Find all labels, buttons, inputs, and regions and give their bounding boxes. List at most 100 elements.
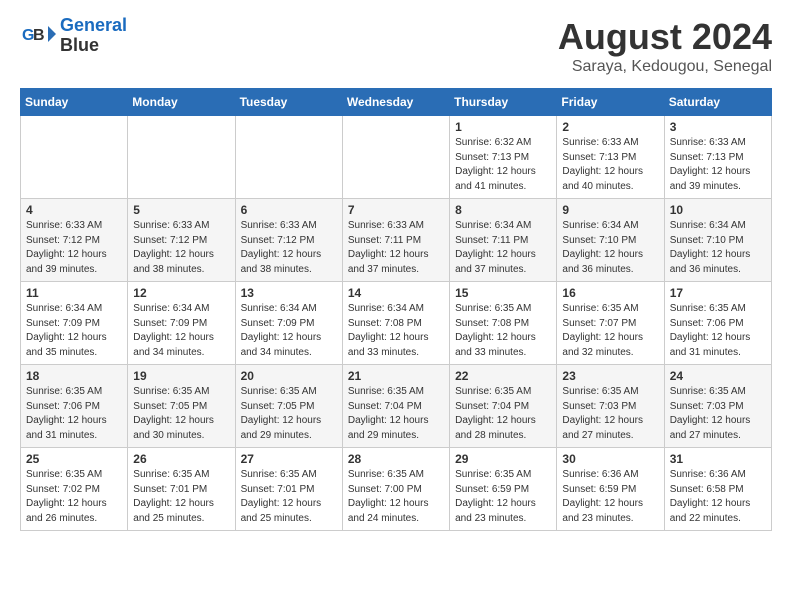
day-number: 3	[670, 120, 766, 134]
svg-text:B: B	[33, 27, 45, 44]
week-row-1: 1 Sunrise: 6:32 AMSunset: 7:13 PMDaylight…	[21, 116, 772, 199]
calendar-cell: 14 Sunrise: 6:34 AMSunset: 7:08 PMDayligh…	[342, 282, 449, 365]
calendar-body: 1 Sunrise: 6:32 AMSunset: 7:13 PMDaylight…	[21, 116, 772, 531]
calendar-cell: 8 Sunrise: 6:34 AMSunset: 7:11 PMDaylight…	[450, 199, 557, 282]
calendar-cell: 9 Sunrise: 6:34 AMSunset: 7:10 PMDaylight…	[557, 199, 664, 282]
day-info: Sunrise: 6:35 AMSunset: 7:06 PMDaylight:…	[26, 385, 122, 443]
day-info: Sunrise: 6:35 AMSunset: 7:08 PMDaylight:…	[455, 302, 551, 360]
day-number: 24	[670, 369, 766, 383]
day-info: Sunrise: 6:33 AMSunset: 7:13 PMDaylight:…	[562, 136, 658, 194]
month-title: August 2024	[558, 16, 772, 58]
calendar-cell: 28 Sunrise: 6:35 AMSunset: 7:00 PMDayligh…	[342, 448, 449, 531]
day-number: 6	[241, 203, 337, 217]
logo-line1: General	[60, 15, 127, 35]
col-saturday: Saturday	[664, 89, 771, 116]
day-number: 5	[133, 203, 229, 217]
day-info: Sunrise: 6:35 AMSunset: 7:02 PMDaylight:…	[26, 468, 122, 526]
day-info: Sunrise: 6:35 AMSunset: 7:07 PMDaylight:…	[562, 302, 658, 360]
calendar-cell: 15 Sunrise: 6:35 AMSunset: 7:08 PMDayligh…	[450, 282, 557, 365]
day-info: Sunrise: 6:35 AMSunset: 7:00 PMDaylight:…	[348, 468, 444, 526]
day-info: Sunrise: 6:35 AMSunset: 7:05 PMDaylight:…	[133, 385, 229, 443]
day-number: 13	[241, 286, 337, 300]
day-info: Sunrise: 6:34 AMSunset: 7:09 PMDaylight:…	[133, 302, 229, 360]
col-tuesday: Tuesday	[235, 89, 342, 116]
calendar-cell: 5 Sunrise: 6:33 AMSunset: 7:12 PMDaylight…	[128, 199, 235, 282]
week-row-2: 4 Sunrise: 6:33 AMSunset: 7:12 PMDaylight…	[21, 199, 772, 282]
day-number: 19	[133, 369, 229, 383]
day-info: Sunrise: 6:34 AMSunset: 7:09 PMDaylight:…	[26, 302, 122, 360]
logo-text: General Blue	[60, 16, 127, 56]
day-info: Sunrise: 6:34 AMSunset: 7:10 PMDaylight:…	[670, 219, 766, 277]
page-container: G B General Blue August 2024 Saraya, Ked…	[0, 0, 792, 547]
calendar-cell: 30 Sunrise: 6:36 AMSunset: 6:59 PMDayligh…	[557, 448, 664, 531]
calendar-cell: 3 Sunrise: 6:33 AMSunset: 7:13 PMDaylight…	[664, 116, 771, 199]
calendar-cell: 26Sunrise: 6:35 AMSunset: 7:01 PMDayligh…	[128, 448, 235, 531]
col-sunday: Sunday	[21, 89, 128, 116]
day-info: Sunrise: 6:34 AMSunset: 7:08 PMDaylight:…	[348, 302, 444, 360]
day-info: Sunrise: 6:34 AMSunset: 7:09 PMDaylight:…	[241, 302, 337, 360]
day-number: 2	[562, 120, 658, 134]
day-info: Sunrise: 6:35 AMSunset: 7:04 PMDaylight:…	[348, 385, 444, 443]
week-row-4: 18 Sunrise: 6:35 AMSunset: 7:06 PMDayligh…	[21, 365, 772, 448]
calendar-cell: 22Sunrise: 6:35 AMSunset: 7:04 PMDayligh…	[450, 365, 557, 448]
calendar-cell: 17Sunrise: 6:35 AMSunset: 7:06 PMDayligh…	[664, 282, 771, 365]
day-info: Sunrise: 6:32 AMSunset: 7:13 PMDaylight:…	[455, 136, 551, 194]
day-number: 14	[348, 286, 444, 300]
day-number: 30	[562, 452, 658, 466]
calendar-cell: 31Sunrise: 6:36 AMSunset: 6:58 PMDayligh…	[664, 448, 771, 531]
day-info: Sunrise: 6:35 AMSunset: 7:03 PMDaylight:…	[562, 385, 658, 443]
col-thursday: Thursday	[450, 89, 557, 116]
logo-line2: Blue	[60, 35, 99, 55]
week-row-5: 25 Sunrise: 6:35 AMSunset: 7:02 PMDayligh…	[21, 448, 772, 531]
day-number: 28	[348, 452, 444, 466]
page-header: G B General Blue August 2024 Saraya, Ked…	[20, 16, 772, 76]
day-number: 4	[26, 203, 122, 217]
day-number: 1	[455, 120, 551, 134]
day-info: Sunrise: 6:34 AMSunset: 7:10 PMDaylight:…	[562, 219, 658, 277]
calendar-cell: 27Sunrise: 6:35 AMSunset: 7:01 PMDayligh…	[235, 448, 342, 531]
calendar-cell: 10 Sunrise: 6:34 AMSunset: 7:10 PMDayligh…	[664, 199, 771, 282]
day-number: 21	[348, 369, 444, 383]
calendar-cell	[21, 116, 128, 199]
day-info: Sunrise: 6:33 AMSunset: 7:12 PMDaylight:…	[133, 219, 229, 277]
day-info: Sunrise: 6:36 AMSunset: 6:59 PMDaylight:…	[562, 468, 658, 526]
col-friday: Friday	[557, 89, 664, 116]
day-number: 22	[455, 369, 551, 383]
calendar-cell: 2 Sunrise: 6:33 AMSunset: 7:13 PMDaylight…	[557, 116, 664, 199]
calendar-cell: 19 Sunrise: 6:35 AMSunset: 7:05 PMDayligh…	[128, 365, 235, 448]
calendar-cell: 11Sunrise: 6:34 AMSunset: 7:09 PMDayligh…	[21, 282, 128, 365]
day-info: Sunrise: 6:33 AMSunset: 7:12 PMDaylight:…	[26, 219, 122, 277]
logo: G B General Blue	[20, 16, 127, 56]
calendar-cell: 4 Sunrise: 6:33 AMSunset: 7:12 PMDaylight…	[21, 199, 128, 282]
title-block: August 2024 Saraya, Kedougou, Senegal	[558, 16, 772, 76]
calendar-cell: 25 Sunrise: 6:35 AMSunset: 7:02 PMDayligh…	[21, 448, 128, 531]
calendar-cell	[128, 116, 235, 199]
day-info: Sunrise: 6:35 AMSunset: 7:06 PMDaylight:…	[670, 302, 766, 360]
day-number: 8	[455, 203, 551, 217]
calendar-table: Sunday Monday Tuesday Wednesday Thursday…	[20, 88, 772, 531]
day-number: 9	[562, 203, 658, 217]
day-info: Sunrise: 6:33 AMSunset: 7:12 PMDaylight:…	[241, 219, 337, 277]
day-number: 31	[670, 452, 766, 466]
day-number: 23	[562, 369, 658, 383]
day-info: Sunrise: 6:35 AMSunset: 7:03 PMDaylight:…	[670, 385, 766, 443]
day-info: Sunrise: 6:34 AMSunset: 7:11 PMDaylight:…	[455, 219, 551, 277]
header-row: Sunday Monday Tuesday Wednesday Thursday…	[21, 89, 772, 116]
logo-icon: G B	[20, 18, 56, 54]
day-number: 18	[26, 369, 122, 383]
calendar-header: Sunday Monday Tuesday Wednesday Thursday…	[21, 89, 772, 116]
calendar-cell: 29Sunrise: 6:35 AMSunset: 6:59 PMDayligh…	[450, 448, 557, 531]
day-info: Sunrise: 6:33 AMSunset: 7:13 PMDaylight:…	[670, 136, 766, 194]
calendar-cell	[235, 116, 342, 199]
calendar-cell: 1 Sunrise: 6:32 AMSunset: 7:13 PMDaylight…	[450, 116, 557, 199]
day-number: 16	[562, 286, 658, 300]
day-number: 15	[455, 286, 551, 300]
col-monday: Monday	[128, 89, 235, 116]
day-number: 10	[670, 203, 766, 217]
day-info: Sunrise: 6:35 AMSunset: 7:01 PMDaylight:…	[133, 468, 229, 526]
calendar-cell: 21 Sunrise: 6:35 AMSunset: 7:04 PMDayligh…	[342, 365, 449, 448]
calendar-cell: 13 Sunrise: 6:34 AMSunset: 7:09 PMDayligh…	[235, 282, 342, 365]
day-number: 27	[241, 452, 337, 466]
calendar-cell: 16 Sunrise: 6:35 AMSunset: 7:07 PMDayligh…	[557, 282, 664, 365]
day-number: 25	[26, 452, 122, 466]
